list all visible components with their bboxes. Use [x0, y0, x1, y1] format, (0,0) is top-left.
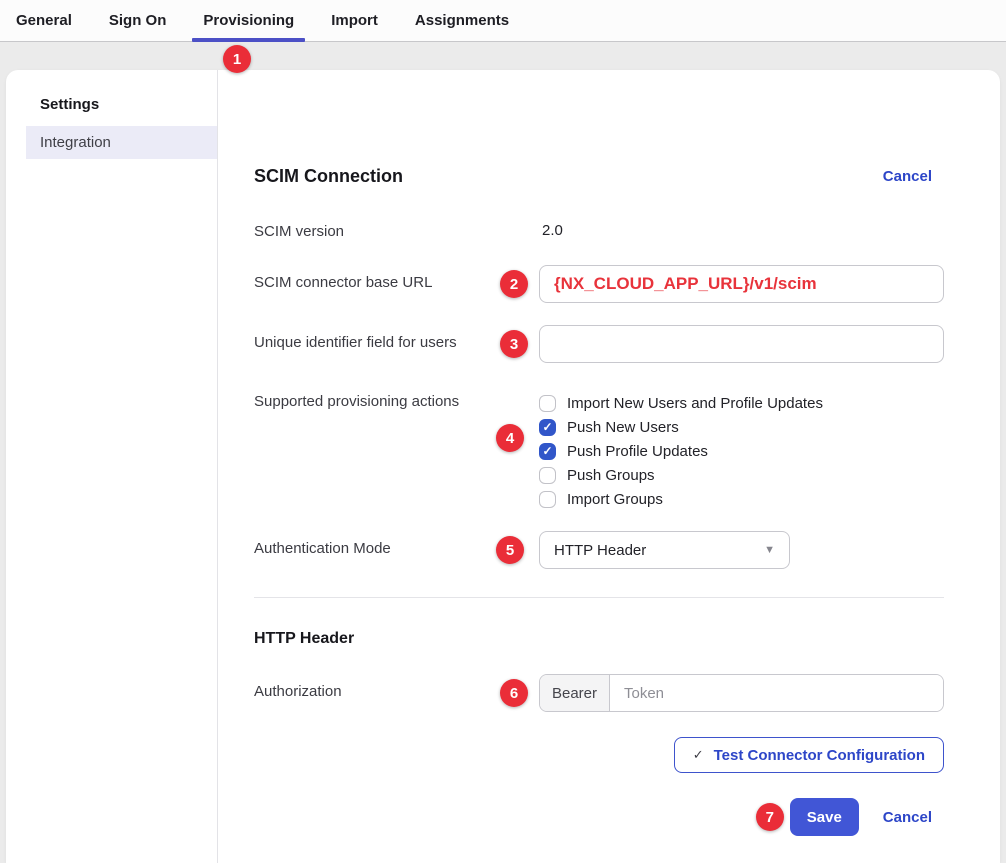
scim-version-label: SCIM version — [254, 223, 539, 240]
checkbox-label: Push Groups — [567, 467, 655, 484]
save-button[interactable]: Save — [790, 798, 859, 836]
token-input[interactable] — [610, 675, 943, 711]
tab-general[interactable]: General — [16, 0, 72, 41]
unique-identifier-row: Unique identifier field for users 3 — [254, 325, 944, 363]
scim-version-row: SCIM version 2.0 — [254, 221, 944, 241]
cancel-link-bottom[interactable]: Cancel — [883, 809, 932, 826]
checkbox-box[interactable] — [539, 443, 556, 460]
checkbox-import-groups[interactable]: Import Groups — [539, 487, 944, 511]
sidebar-item-integration[interactable]: Integration — [26, 126, 217, 159]
annotation-badge-1: 1 — [223, 45, 251, 73]
checkbox-import-new-users[interactable]: Import New Users and Profile Updates — [539, 391, 944, 415]
annotation-badge-6: 6 — [500, 679, 528, 707]
checkbox-label: Import Groups — [567, 491, 663, 508]
checkbox-label: Import New Users and Profile Updates — [567, 395, 823, 412]
cancel-link-top[interactable]: Cancel — [883, 168, 932, 185]
authorization-input-group: Bearer — [539, 674, 944, 712]
provisioning-actions-label: Supported provisioning actions — [254, 391, 539, 511]
provisioning-actions-row: Supported provisioning actions 4 Import … — [254, 391, 944, 511]
annotation-badge-4: 4 — [496, 424, 524, 452]
check-icon: ✓ — [693, 747, 704, 763]
checkbox-push-groups[interactable]: Push Groups — [539, 463, 944, 487]
provisioning-card: Settings Integration SCIM Connection Can… — [6, 70, 1000, 863]
test-connector-label: Test Connector Configuration — [714, 747, 925, 764]
page-title: SCIM Connection — [254, 166, 403, 187]
scim-version-value: 2.0 — [539, 222, 563, 239]
scim-connection-panel: SCIM Connection Cancel SCIM version 2.0 … — [218, 70, 1000, 863]
app-tab-bar: General Sign On Provisioning Import Assi… — [0, 0, 1006, 42]
section-divider — [254, 597, 944, 598]
annotation-badge-7: 7 — [756, 803, 784, 831]
annotation-badge-3: 3 — [500, 330, 528, 358]
base-url-input[interactable] — [539, 265, 944, 303]
tab-assignments[interactable]: Assignments — [415, 0, 509, 41]
tab-sign-on[interactable]: Sign On — [109, 0, 167, 41]
bearer-prefix: Bearer — [540, 675, 610, 711]
unique-identifier-label: Unique identifier field for users — [254, 325, 539, 363]
annotation-badge-5: 5 — [496, 536, 524, 564]
annotation-badge-2: 2 — [500, 270, 528, 298]
auth-mode-selected-value: HTTP Header — [554, 542, 646, 559]
checkbox-box[interactable] — [539, 491, 556, 508]
tab-provisioning[interactable]: Provisioning — [203, 0, 294, 41]
settings-sidebar: Settings Integration — [6, 70, 218, 863]
authorization-label: Authorization — [254, 674, 539, 712]
http-header-section-title: HTTP Header — [254, 630, 944, 650]
checkbox-label: Push Profile Updates — [567, 443, 708, 460]
checkbox-push-profile-updates[interactable]: Push Profile Updates — [539, 439, 944, 463]
checkbox-push-new-users[interactable]: Push New Users — [539, 415, 944, 439]
authentication-mode-row: Authentication Mode 5 HTTP Header ▼ — [254, 531, 944, 569]
base-url-row: SCIM connector base URL 2 — [254, 265, 944, 303]
tab-import[interactable]: Import — [331, 0, 378, 41]
page-background: Settings Integration SCIM Connection Can… — [0, 42, 1006, 863]
chevron-down-icon: ▼ — [764, 544, 775, 556]
sidebar-header: Settings — [6, 96, 217, 113]
unique-identifier-input[interactable] — [539, 325, 944, 363]
auth-mode-select[interactable]: HTTP Header ▼ — [539, 531, 790, 569]
checkbox-box[interactable] — [539, 467, 556, 484]
checkbox-box[interactable] — [539, 395, 556, 412]
checkbox-label: Push New Users — [567, 419, 679, 436]
base-url-label: SCIM connector base URL — [254, 265, 539, 303]
test-connector-configuration-button[interactable]: ✓ Test Connector Configuration — [674, 737, 944, 773]
checkbox-box[interactable] — [539, 419, 556, 436]
authorization-row: Authorization 6 Bearer — [254, 674, 944, 712]
